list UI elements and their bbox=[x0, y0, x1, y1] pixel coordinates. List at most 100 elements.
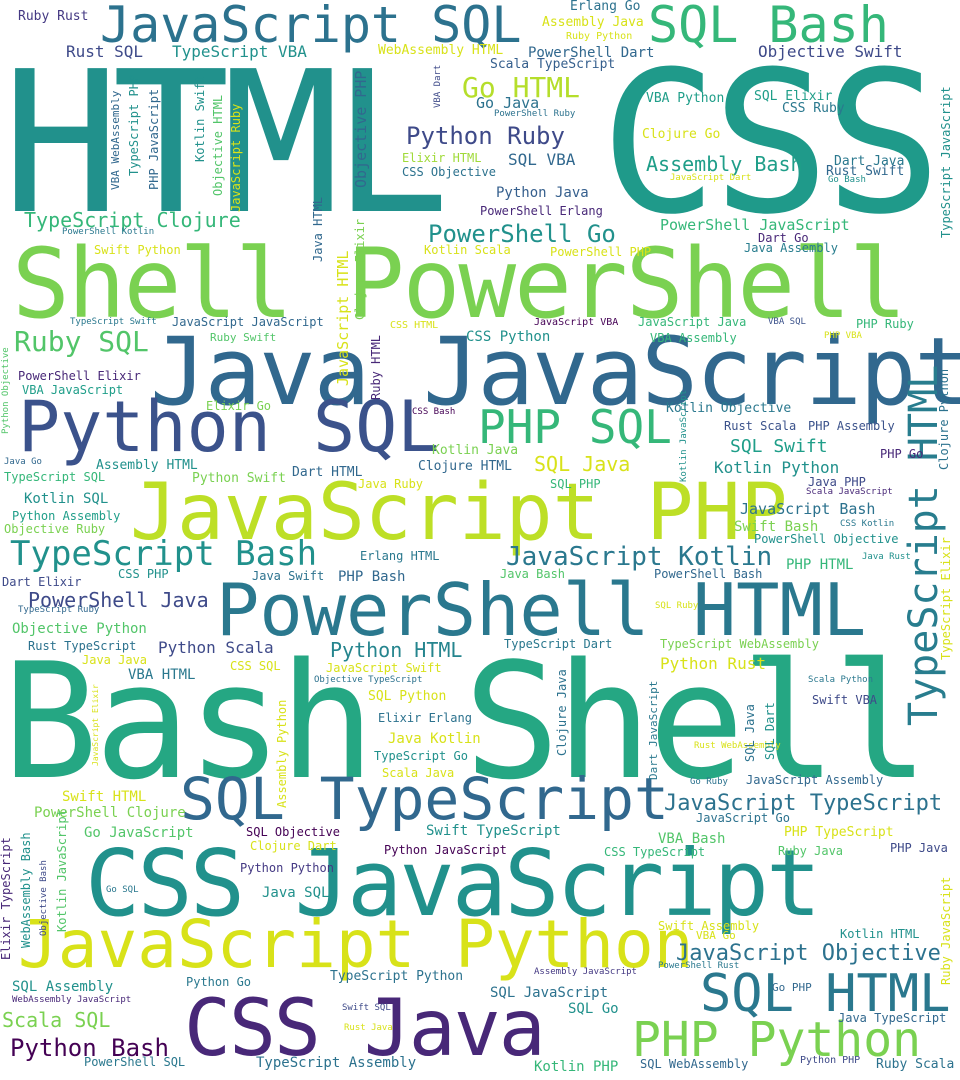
word-javascript-ruby: Scala SQL bbox=[2, 1008, 111, 1032]
word: PowerShell Rust bbox=[658, 961, 740, 971]
word: PowerShell Elixir bbox=[18, 369, 141, 383]
word: JavaScript JavaScript bbox=[172, 315, 324, 329]
word: TypeScript JavaScript bbox=[939, 86, 953, 238]
word-python-ruby: Python Ruby bbox=[406, 122, 565, 150]
word: TypeScript Dart bbox=[504, 637, 613, 651]
word: Swift HTML bbox=[62, 789, 147, 805]
word: Go SQL bbox=[106, 885, 139, 895]
word: Java Kotlin bbox=[388, 731, 481, 747]
word: Erlang HTML bbox=[360, 549, 440, 563]
word: Java Ruby bbox=[358, 477, 424, 491]
word: Go PHP bbox=[772, 981, 812, 994]
word: PowerShell Kotlin bbox=[62, 227, 155, 237]
word: Elixir Go bbox=[206, 399, 272, 413]
word: Assembly JavaScript bbox=[534, 967, 637, 977]
word: JavaScript Elixir bbox=[91, 684, 100, 766]
word: PHP Java bbox=[890, 841, 948, 855]
word: Kotlin HTML bbox=[840, 927, 920, 941]
word: Scala JavaScript bbox=[806, 487, 893, 497]
word: CSS Python bbox=[466, 329, 551, 345]
word: CSS PHP bbox=[118, 567, 169, 581]
word: Java SQL bbox=[262, 885, 330, 901]
word: PowerShell Objective bbox=[754, 532, 899, 546]
word: JavaScript HTML bbox=[334, 250, 352, 386]
word: SQL PHP bbox=[550, 477, 601, 491]
word: Assembly Python bbox=[275, 699, 289, 808]
word: Python PHP bbox=[800, 1055, 861, 1066]
word: SQL Python bbox=[368, 689, 447, 704]
word: Python Python bbox=[240, 861, 334, 875]
word-typescript-bash: TypeScript Bash bbox=[10, 534, 318, 574]
word: PowerShell JavaScript bbox=[660, 216, 850, 234]
word: Objective Bash bbox=[39, 860, 49, 936]
word: CSS SQL bbox=[230, 659, 281, 673]
word: Kotlin JavaScript bbox=[679, 389, 689, 482]
word: Ruby Python bbox=[566, 31, 633, 42]
word: PHP Assembly bbox=[808, 419, 895, 433]
word: Ruby JavaScript bbox=[939, 876, 953, 985]
word: VBA Bash bbox=[658, 831, 726, 847]
word: TypeScript WebAssembly bbox=[660, 637, 819, 651]
word: TypeScript Go bbox=[374, 749, 468, 763]
word: Go Bash bbox=[828, 175, 866, 185]
word: JavaScript Swift bbox=[326, 661, 442, 675]
word: SQL JavaScript bbox=[490, 985, 609, 1001]
word-python-html: Python HTML bbox=[330, 638, 463, 662]
word: PowerShell Ruby bbox=[494, 109, 576, 119]
word: Java Bash bbox=[500, 567, 566, 581]
word: Objective Swift bbox=[758, 42, 903, 61]
word: Ruby HTML bbox=[369, 334, 383, 400]
word: JavaScript Ruby bbox=[229, 103, 243, 212]
word-sql-swift: SQL Swift bbox=[730, 436, 828, 457]
word: Scala Python bbox=[808, 675, 874, 685]
word: Python JavaScript bbox=[384, 843, 507, 857]
word: JavaScript Dart bbox=[670, 173, 752, 183]
word: Clojure Python bbox=[937, 368, 951, 470]
word: Elixir HTML bbox=[402, 151, 482, 165]
word: Java HTML bbox=[311, 196, 325, 262]
word: Scala TypeScript bbox=[490, 57, 616, 72]
word: Rust SQL bbox=[66, 42, 144, 61]
word: Java Swift bbox=[252, 569, 325, 583]
word: Objective Ruby bbox=[4, 522, 106, 536]
word: VBA Dart bbox=[433, 64, 443, 108]
word-python-rust: Python Rust bbox=[660, 654, 766, 673]
word: Python Swift bbox=[192, 471, 286, 486]
word: Assembly HTML bbox=[96, 458, 198, 473]
word: Python Assembly bbox=[12, 509, 121, 523]
word: Dart HTML bbox=[292, 465, 363, 480]
word: TypeScript Ruby bbox=[18, 605, 100, 615]
word: WebAssembly Bash bbox=[19, 832, 33, 948]
word: JavaScript VBA bbox=[534, 317, 619, 328]
word: Objective HTML bbox=[211, 94, 225, 196]
word: Ruby Java bbox=[778, 844, 844, 858]
word: Clojure Dart bbox=[250, 839, 337, 853]
word: Clojure HTML bbox=[418, 459, 512, 474]
word: CSS HTML bbox=[390, 320, 439, 331]
word: TypeScript Elixir bbox=[939, 537, 953, 660]
word: Python Objective bbox=[1, 347, 11, 434]
word: Rust Java bbox=[344, 1023, 393, 1033]
word: SQL Dart bbox=[763, 702, 777, 760]
word: Java Assembly bbox=[744, 241, 838, 255]
word: Go JavaScript bbox=[84, 825, 194, 841]
word: Java Rust bbox=[862, 552, 911, 562]
word: CSS Objective bbox=[402, 165, 496, 179]
word: PHP Go bbox=[880, 447, 924, 461]
word: Python Java bbox=[496, 185, 589, 201]
word: PHP Bash bbox=[338, 569, 406, 585]
word: SQL WebAssembly bbox=[640, 1057, 749, 1071]
word: Elixir Erlang bbox=[378, 711, 472, 725]
word: SQL Assembly bbox=[12, 979, 114, 995]
word: Swift Python bbox=[94, 243, 181, 257]
word: TypeScript SQL bbox=[4, 470, 106, 484]
word: Ruby Swift bbox=[210, 331, 277, 344]
word: Ruby Scala bbox=[876, 1057, 955, 1072]
word: PowerShell PHP bbox=[550, 245, 652, 259]
word-cloud: HTML CSS Bash Shell Shell PowerShell Jav… bbox=[0, 0, 960, 1080]
word: Dart JavaScript bbox=[647, 680, 660, 780]
word: SQL VBA bbox=[508, 150, 576, 169]
word: Kotlin Python bbox=[714, 458, 840, 477]
word: Objective PHP bbox=[352, 70, 370, 188]
word: WebAssembly JavaScript bbox=[12, 995, 132, 1005]
